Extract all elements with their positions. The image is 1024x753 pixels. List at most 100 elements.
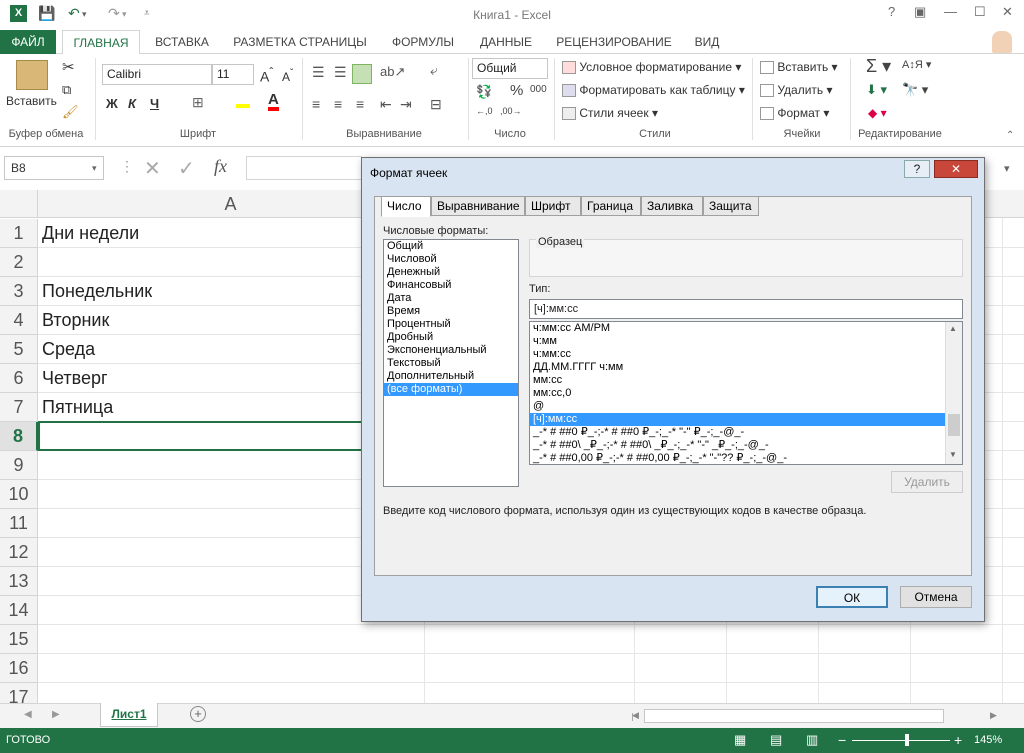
font-color-icon[interactable]: A [268, 92, 279, 111]
row-header[interactable]: 5 [0, 335, 38, 364]
user-avatar[interactable] [992, 31, 1012, 53]
find-select-icon[interactable]: 🔭 ▾ [902, 82, 928, 98]
fill-icon[interactable]: ⬇ ▾ [866, 82, 887, 98]
bold-button[interactable]: Ж [106, 96, 118, 111]
category-item[interactable]: Финансовый [384, 279, 518, 292]
row-header[interactable]: 3 [0, 277, 38, 306]
zoom-in-icon[interactable]: + [954, 732, 962, 748]
tab-page-layout[interactable]: РАЗМЕТКА СТРАНИЦЫ [226, 30, 374, 54]
cut-icon[interactable]: ✂ [62, 58, 75, 76]
align-right-icon[interactable]: ≡ [356, 96, 364, 112]
format-code-item[interactable]: [ч]:мм:сс [530, 413, 945, 426]
close-button[interactable]: ✕ [1002, 4, 1013, 20]
format-code-item[interactable]: _-* # ##0 ₽_-;-* # ##0 ₽_-;_-* "-" ₽_-;_… [530, 426, 945, 439]
tab-data[interactable]: ДАННЫЕ [470, 30, 542, 54]
align-left-icon[interactable]: ≡ [312, 96, 320, 112]
hscroll-left-icon[interactable]: ◀ [632, 710, 639, 721]
zoom-out-icon[interactable]: − [838, 732, 846, 748]
row-header[interactable]: 9 [0, 451, 38, 480]
name-box[interactable]: B8 [4, 156, 104, 180]
select-all-corner[interactable] [0, 190, 38, 218]
format-as-table-button[interactable]: Форматировать как таблицу ▾ [562, 83, 745, 98]
format-code-item[interactable]: ч:мм:сс [530, 348, 945, 361]
row-header[interactable]: 12 [0, 538, 38, 567]
hscroll-right-icon[interactable]: ▶ [990, 710, 997, 721]
dialog-close-button[interactable]: ✕ [934, 160, 978, 178]
row-header[interactable]: 1 [0, 219, 38, 248]
format-code-item[interactable]: ДД.ММ.ГГГГ ч:мм [530, 361, 945, 374]
delete-format-button[interactable]: Удалить [891, 471, 963, 493]
autosum-icon[interactable]: Σ ▾ [866, 56, 891, 77]
tab-formulas[interactable]: ФОРМУЛЫ [384, 30, 462, 54]
borders-icon[interactable]: ⊞ [192, 94, 204, 111]
category-item[interactable]: Дополнительный [384, 370, 518, 383]
category-item[interactable]: Текстовый [384, 357, 518, 370]
percent-icon[interactable]: % [510, 82, 523, 99]
category-item[interactable]: Время [384, 305, 518, 318]
cell[interactable]: Четверг [38, 364, 108, 393]
scroll-sheets-right-icon[interactable]: ▶ [52, 709, 60, 720]
insert-function-icon[interactable]: fx [214, 156, 227, 177]
dialog-help-button[interactable]: ? [904, 160, 930, 178]
maximize-button[interactable]: ☐ [974, 4, 986, 20]
align-top-icon[interactable]: ☰ [312, 64, 325, 81]
category-item[interactable]: Дата [384, 292, 518, 305]
scroll-down-icon[interactable]: ▼ [949, 450, 957, 459]
zoom-slider[interactable] [852, 740, 950, 741]
wrap-text-icon[interactable]: ⤶ [430, 62, 438, 79]
category-item[interactable]: Числовой [384, 253, 518, 266]
increase-decimal-icon[interactable]: ←,0 [476, 106, 493, 116]
insert-cells-button[interactable]: Вставить ▾ [760, 60, 838, 75]
decrease-decimal-icon[interactable]: ,00→ [500, 106, 522, 116]
cell[interactable]: Среда [38, 335, 95, 364]
currency-format-icon[interactable]: 💱 [476, 84, 492, 100]
row-header[interactable]: 15 [0, 625, 38, 654]
sheet-tab-1[interactable]: Лист1 [100, 703, 158, 727]
dialog-tab-number[interactable]: Число [381, 196, 431, 217]
category-item[interactable]: Денежный [384, 266, 518, 279]
row-header[interactable]: 13 [0, 567, 38, 596]
paste-icon[interactable] [16, 60, 48, 90]
type-input[interactable]: [ч]:мм:сс [529, 299, 963, 319]
copy-icon[interactable]: ⧉ [62, 82, 71, 98]
dialog-tab-font[interactable]: Шрифт [525, 196, 581, 216]
comma-style-icon[interactable]: 000 [530, 84, 547, 95]
category-item[interactable]: (все форматы) [384, 383, 518, 396]
format-codes-list[interactable]: ч:мм:сс AM/PM ч:мм ч:мм:сс ДД.ММ.ГГГГ ч:мм м… [529, 321, 963, 465]
row-header[interactable]: 8 [0, 422, 38, 451]
decrease-indent-icon[interactable]: ⇤ [380, 96, 392, 113]
page-break-view-icon[interactable]: ▥ [806, 732, 818, 748]
row-header[interactable]: 2 [0, 248, 38, 277]
category-item[interactable]: Процентный [384, 318, 518, 331]
row-header[interactable]: 4 [0, 306, 38, 335]
format-code-item[interactable]: ч:мм:сс AM/PM [530, 322, 945, 335]
zoom-slider-thumb[interactable] [905, 734, 909, 746]
merge-center-icon[interactable]: ⊟ [430, 96, 442, 113]
formula-input[interactable] [246, 156, 362, 180]
dialog-tab-alignment[interactable]: Выравнивание [431, 196, 525, 216]
decrease-font-icon[interactable]: Aˇ [282, 68, 293, 84]
category-item[interactable]: Общий [384, 240, 518, 253]
cell[interactable]: Понедельник [38, 277, 152, 306]
category-item[interactable]: Экспоненциальный [384, 344, 518, 357]
dialog-tab-protection[interactable]: Защита [703, 196, 759, 216]
format-code-item[interactable]: _-* # ##0,00 ₽_-;-* # ##0,00 ₽_-;_-* "-"… [530, 452, 945, 464]
format-code-item[interactable]: мм:сс,0 [530, 387, 945, 400]
increase-indent-icon[interactable]: ⇥ [400, 96, 412, 113]
tab-view[interactable]: ВИД [684, 30, 730, 54]
category-item[interactable]: Дробный [384, 331, 518, 344]
cell[interactable]: Дни недели [38, 219, 139, 248]
collapse-ribbon-icon[interactable]: ⌃ [1006, 130, 1014, 141]
conditional-formatting-button[interactable]: Условное форматирование ▾ [562, 60, 741, 75]
align-bottom-icon[interactable] [352, 64, 372, 84]
cell[interactable] [38, 248, 42, 277]
format-code-item[interactable]: ч:мм [530, 335, 945, 348]
format-painter-icon[interactable]: 🖌 [62, 104, 79, 120]
font-size-combo[interactable]: 11 [212, 64, 254, 85]
format-code-item[interactable]: @ [530, 400, 945, 413]
minimize-button[interactable]: — [944, 4, 957, 19]
orientation-icon[interactable]: ab↗ [380, 64, 405, 80]
cancel-button[interactable]: Отмена [900, 586, 972, 608]
scroll-thumb[interactable] [948, 414, 960, 436]
zoom-level[interactable]: 145% [974, 734, 1002, 746]
